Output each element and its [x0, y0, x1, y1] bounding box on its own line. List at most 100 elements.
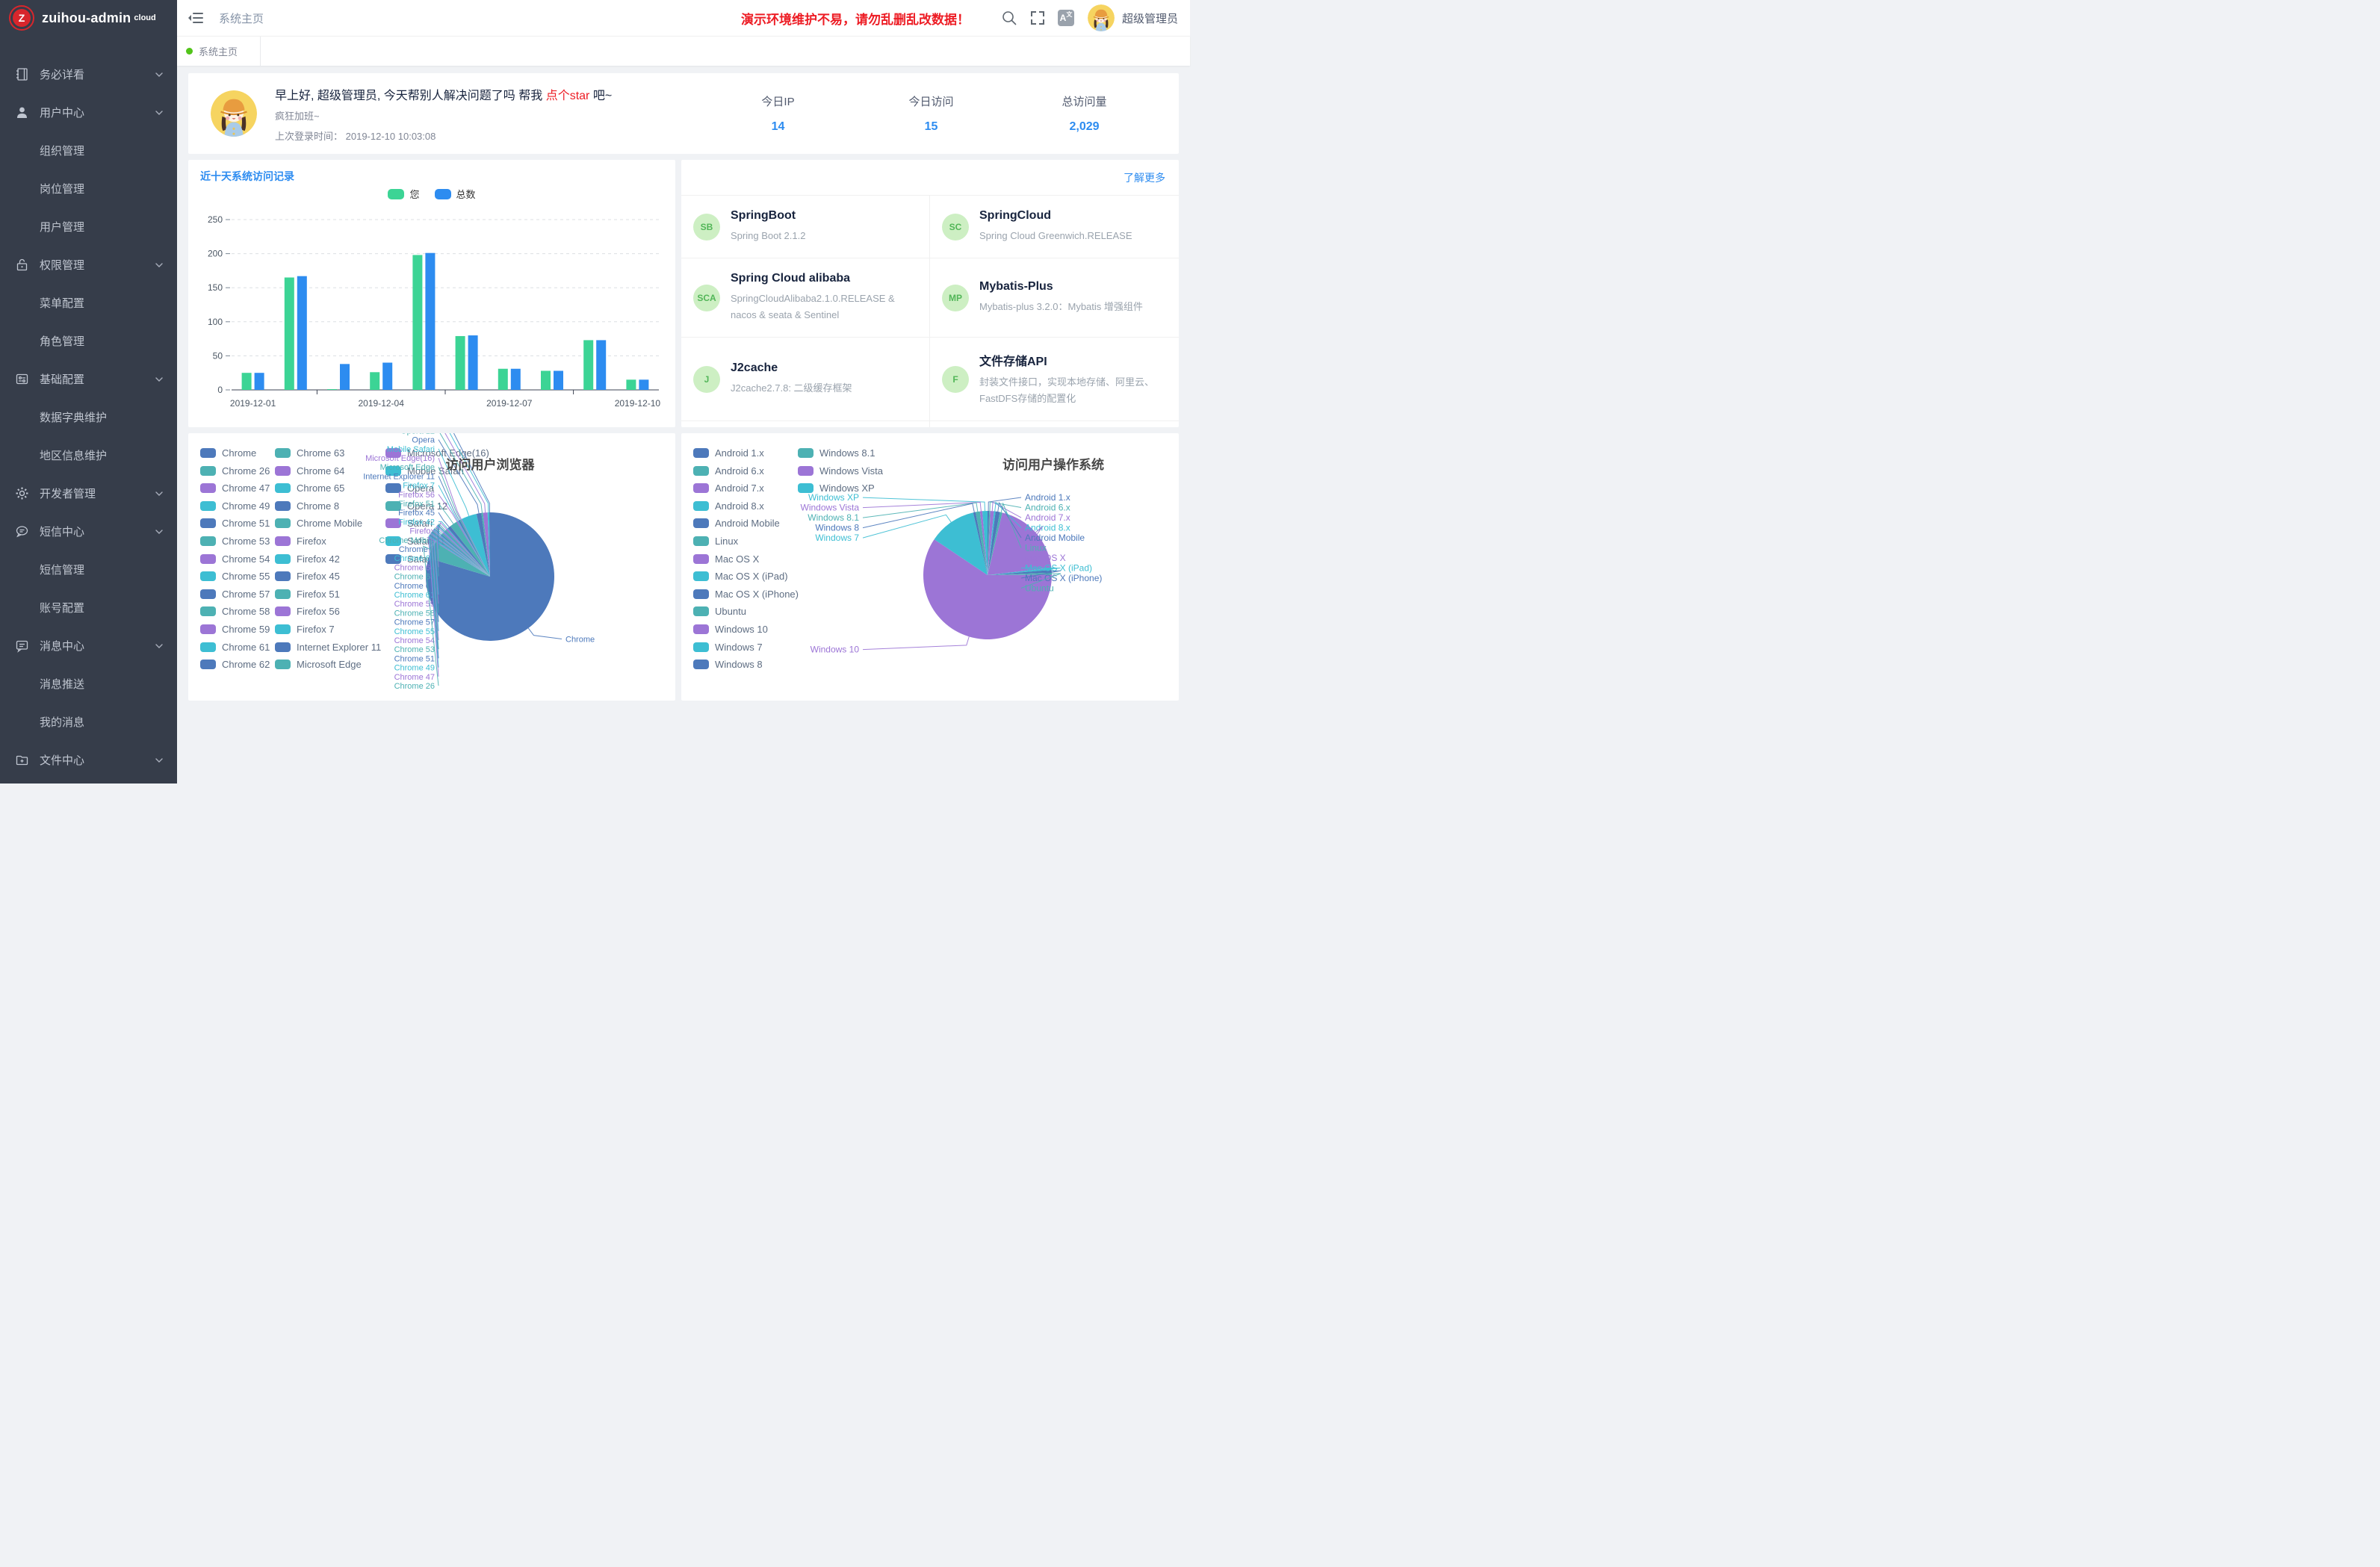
bar-总数-2019-12-07[interactable]: [511, 369, 521, 390]
legend-item[interactable]: Firefox: [275, 536, 385, 546]
language-icon[interactable]: A文: [1058, 10, 1074, 26]
legend-item[interactable]: Firefox 45: [275, 571, 385, 581]
legend-item[interactable]: Chrome 54: [200, 554, 275, 564]
legend-item[interactable]: Chrome Mobile: [275, 518, 385, 528]
sidebar-item-group-0[interactable]: 务必详看: [0, 55, 177, 93]
sidebar-subitem-3-1[interactable]: 地区信息维护: [0, 436, 177, 474]
sidebar-subitem-6-0[interactable]: 消息推送: [0, 665, 177, 703]
legend-item[interactable]: Opera: [385, 483, 498, 493]
legend-item[interactable]: Chrome 58: [200, 606, 275, 616]
bar-总数-2019-12-02[interactable]: [297, 276, 307, 390]
breadcrumb: 系统主页: [219, 10, 264, 26]
app-logo[interactable]: Z zuihou-admin cloud: [0, 0, 177, 36]
os-pie-card: Android 1.x Android 6.x Android 7.x Android…: [681, 433, 1179, 701]
tab-home[interactable]: 系统主页: [177, 37, 261, 66]
legend-item[interactable]: Windows XP: [798, 483, 910, 493]
sidebar-item-group-3[interactable]: 基础配置: [0, 360, 177, 398]
legend-item[interactable]: Android 7.x: [693, 483, 798, 493]
bar-总数-2019-12-06[interactable]: [468, 335, 478, 390]
legend-item[interactable]: Chrome 8: [275, 501, 385, 511]
legend-item[interactable]: Firefox 7: [275, 624, 385, 634]
star-link[interactable]: 点个star: [546, 90, 590, 102]
bar-您-2019-12-06[interactable]: [456, 336, 465, 390]
bar-总数-2019-12-01[interactable]: [255, 373, 264, 390]
legend-item[interactable]: Chrome 51: [200, 518, 275, 528]
sidebar-subitem-5-0[interactable]: 短信管理: [0, 550, 177, 589]
legend-item[interactable]: Android 8.x: [693, 501, 798, 511]
legend-item[interactable]: Chrome 62: [200, 660, 275, 669]
legend-item[interactable]: Firefox 56: [275, 606, 385, 616]
sidebar-subitem-3-0[interactable]: 数据字典维护: [0, 398, 177, 436]
sidebar-subitem-6-1[interactable]: 我的消息: [0, 703, 177, 741]
bar-您-2019-12-01[interactable]: [242, 373, 252, 390]
learn-more-link[interactable]: 了解更多: [1124, 170, 1165, 185]
sidebar-item-group-7[interactable]: 文件中心: [0, 741, 177, 779]
bar-您-2019-12-05[interactable]: [412, 255, 422, 390]
bar-您-2019-12-04[interactable]: [370, 372, 379, 390]
bar-您-2019-12-10[interactable]: [626, 379, 636, 390]
sidebar-item-group-5[interactable]: 短信中心: [0, 512, 177, 550]
sidebar-subitem-1-1[interactable]: 岗位管理: [0, 170, 177, 208]
sidebar-subitem-1-2[interactable]: 用户管理: [0, 208, 177, 246]
legend-item[interactable]: Mac OS X: [693, 554, 798, 564]
search-icon[interactable]: [1001, 10, 1017, 26]
legend-item[interactable]: Firefox 51: [275, 589, 385, 599]
legend-item[interactable]: Chrome 64: [275, 466, 385, 476]
sidebar-item-group-1[interactable]: 用户中心: [0, 93, 177, 131]
bar-总数-2019-12-08[interactable]: [554, 370, 563, 390]
legend-item-total[interactable]: 总数: [435, 187, 476, 201]
legend-item[interactable]: Firefox 42: [275, 554, 385, 564]
bar-总数-2019-12-10[interactable]: [639, 379, 648, 390]
bar-您-2019-12-09[interactable]: [583, 340, 593, 390]
legend-item-you[interactable]: 您: [388, 187, 419, 201]
legend-item[interactable]: Internet Explorer 11: [275, 642, 385, 652]
legend-item[interactable]: Windows Vista: [798, 466, 910, 476]
sidebar-subitem-2-1[interactable]: 角色管理: [0, 322, 177, 360]
legend-item[interactable]: Chrome 57: [200, 589, 275, 599]
legend-item[interactable]: Microsoft Edge: [275, 660, 385, 669]
legend-item[interactable]: Chrome 63: [275, 448, 385, 458]
bar-总数-2019-12-09[interactable]: [596, 340, 606, 390]
legend-item[interactable]: Ubuntu: [693, 606, 798, 616]
legend-item[interactable]: Mac OS X (iPad): [693, 571, 798, 581]
legend-item[interactable]: Chrome 59: [200, 624, 275, 634]
legend-item[interactable]: Chrome 47: [200, 483, 275, 493]
legend-item[interactable]: Mac OS X (iPhone): [693, 589, 798, 599]
bar-总数-2019-12-05[interactable]: [425, 253, 435, 390]
sidebar-item-group-4[interactable]: 开发者管理: [0, 474, 177, 512]
sidebar-subitem-2-0[interactable]: 菜单配置: [0, 284, 177, 322]
legend-item[interactable]: Windows 7: [693, 642, 798, 652]
legend-item[interactable]: Windows 8.1: [798, 448, 910, 458]
bar-总数-2019-12-04[interactable]: [382, 363, 392, 390]
sidebar-item-group-2[interactable]: 权限管理: [0, 246, 177, 284]
legend-item[interactable]: Chrome 26: [200, 466, 275, 476]
legend-item[interactable]: Opera 12: [385, 501, 498, 511]
menu-fold-icon[interactable]: [188, 10, 204, 26]
legend-item[interactable]: Android 6.x: [693, 466, 798, 476]
bar-您-2019-12-02[interactable]: [285, 278, 294, 390]
bar-总数-2019-12-03[interactable]: [340, 364, 350, 390]
sidebar-subitem-1-0[interactable]: 组织管理: [0, 131, 177, 170]
legend-label: Firefox: [297, 536, 326, 547]
sidebar-item-group-6[interactable]: 消息中心: [0, 627, 177, 665]
legend-item[interactable]: Chrome 61: [200, 642, 275, 652]
tech-card-SB: SBSpringBootSpring Boot 2.1.2: [681, 196, 930, 258]
legend-label: Mac OS X: [715, 553, 759, 565]
legend-item[interactable]: Chrome 65: [275, 483, 385, 493]
sidebar-subitem-5-1[interactable]: 账号配置: [0, 589, 177, 627]
legend-item[interactable]: Windows 10: [693, 624, 798, 634]
legend-item[interactable]: Android 1.x: [693, 448, 798, 458]
legend-item[interactable]: Chrome 53: [200, 536, 275, 546]
legend-item[interactable]: Chrome 55: [200, 571, 275, 581]
bar-您-2019-12-08[interactable]: [541, 370, 551, 390]
legend-item[interactable]: Android Mobile: [693, 518, 798, 528]
legend-item[interactable]: Windows 8: [693, 660, 798, 669]
bar-您-2019-12-07[interactable]: [498, 369, 508, 390]
fullscreen-icon[interactable]: [1029, 10, 1046, 26]
bar-您-2019-12-03[interactable]: [327, 389, 337, 390]
user-avatar[interactable]: [1088, 4, 1115, 31]
legend-item[interactable]: Chrome 49: [200, 501, 275, 511]
legend-item[interactable]: Chrome: [200, 448, 275, 458]
legend-item[interactable]: Linux: [693, 536, 798, 546]
tech-card-SC: SCSpringCloudSpring Cloud Greenwich.RELE…: [930, 196, 1179, 258]
